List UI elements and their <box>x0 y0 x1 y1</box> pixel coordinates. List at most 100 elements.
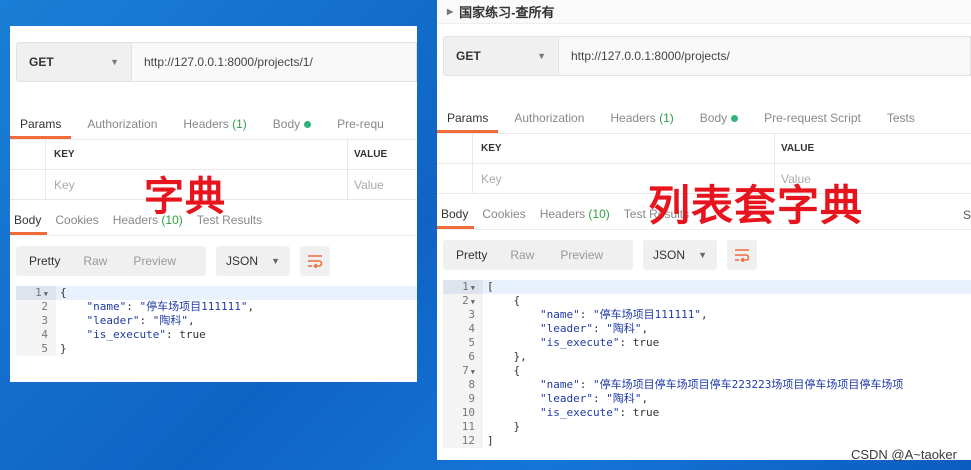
collection-header[interactable]: ▶ 国家练习-查所有 <box>437 0 971 24</box>
code-token: : <box>592 322 607 335</box>
code-line: 4 "is_execute": true <box>16 328 417 342</box>
tab-body-label: Body <box>272 117 301 131</box>
line-number: 5 <box>443 336 483 350</box>
tab-body[interactable]: Body <box>263 117 321 139</box>
line-number-text: 1 <box>462 280 469 293</box>
caret-right-icon: ▶ <box>447 7 454 16</box>
raw-button[interactable]: Raw <box>497 248 547 262</box>
line-number-text: 2 <box>41 300 48 313</box>
format-select[interactable]: JSON ▼ <box>643 240 717 270</box>
code-token: "陶科" <box>606 322 642 335</box>
tab-headers-count: (1) <box>659 111 674 125</box>
tab-pre-request-script[interactable]: Pre-request Script <box>754 111 871 133</box>
wrap-lines-button[interactable] <box>300 246 330 276</box>
code-text: { <box>56 286 417 300</box>
line-number-text: 12 <box>461 434 475 447</box>
code-token: { <box>60 286 67 299</box>
code-line: 4 "leader": "陶科", <box>443 322 971 336</box>
preview-button[interactable]: Preview <box>120 254 189 268</box>
tab-authorization[interactable]: Authorization <box>504 111 594 133</box>
tab-headers[interactable]: Headers (1) <box>600 111 683 133</box>
code-token: } <box>487 420 521 433</box>
code-token: "is_execute" <box>539 336 620 349</box>
format-label: JSON <box>653 248 686 262</box>
pretty-button[interactable]: Pretty <box>16 254 70 268</box>
code-token: "停车场项目111111" <box>592 308 701 321</box>
code-line: 10 "is_execute": true <box>443 406 971 420</box>
code-token: "name" <box>539 308 580 321</box>
tab-headers[interactable]: Headers (1) <box>173 117 256 139</box>
code-token: { <box>487 364 521 377</box>
format-label: JSON <box>226 254 259 268</box>
tab-params[interactable]: Params <box>10 117 72 139</box>
code-token: "name" <box>86 300 127 313</box>
code-line: 7 ▼ { <box>443 364 971 378</box>
resp-tab-body[interactable]: Body <box>437 207 475 229</box>
request-tabs: Params Authorization Headers (1) Body Pr… <box>437 104 971 134</box>
tab-body-label: Body <box>699 111 728 125</box>
code-text: } <box>56 342 67 356</box>
resp-tab-cookies[interactable]: Cookies <box>478 207 531 229</box>
response-code-editor[interactable]: 1 ▼[2 ▼ {3 "name": "停车场项目111111", 4 "leader… <box>443 280 971 448</box>
status-dot-icon <box>731 115 739 123</box>
code-text: "leader": "陶科", <box>483 322 648 336</box>
resp-tab-headers[interactable]: Headers (10) <box>536 207 616 229</box>
pretty-button[interactable]: Pretty <box>443 248 497 262</box>
code-token: { <box>487 294 521 307</box>
row-checkbox[interactable] <box>10 170 46 199</box>
method-select[interactable]: GET ▼ <box>16 42 132 82</box>
code-token: "停车场项目111111" <box>139 300 248 313</box>
tab-tests[interactable]: Tests <box>877 111 925 133</box>
wrap-lines-button[interactable] <box>727 240 757 270</box>
format-select[interactable]: JSON ▼ <box>216 246 290 276</box>
chevron-down-icon: ▼ <box>110 57 119 67</box>
line-number-text: 9 <box>468 392 475 405</box>
line-number: 7 ▼ <box>443 364 483 378</box>
line-number: 1 ▼ <box>16 286 56 300</box>
value-header: VALUE <box>354 149 388 160</box>
url-input[interactable]: http://127.0.0.1:8000/projects/1/ <box>132 42 417 82</box>
fold-arrow-icon[interactable]: ▼ <box>471 298 475 306</box>
fold-arrow-icon[interactable]: ▼ <box>471 368 475 376</box>
status-dot-icon <box>304 121 312 129</box>
code-token: : true <box>619 406 660 419</box>
code-token: : true <box>165 328 206 341</box>
tab-pre-request[interactable]: Pre-requ <box>327 117 394 139</box>
fold-arrow-icon[interactable]: ▼ <box>44 290 48 298</box>
truncated-text: S <box>963 208 971 222</box>
raw-button[interactable]: Raw <box>70 254 120 268</box>
url-input[interactable]: http://127.0.0.1:8000/projects/ <box>559 36 971 76</box>
params-header-row: KEY VALUE <box>437 134 971 164</box>
value-input[interactable]: Value <box>348 170 417 199</box>
request-bar: GET ▼ http://127.0.0.1:8000/projects/1/ <box>16 42 417 82</box>
line-number: 12 <box>443 434 483 448</box>
code-text: }, <box>483 350 526 364</box>
line-number-text: 6 <box>468 350 475 363</box>
method-select[interactable]: GET ▼ <box>443 36 559 76</box>
code-line: 3 "name": "停车场项目111111", <box>443 308 971 322</box>
tab-body[interactable]: Body <box>690 111 748 133</box>
tab-authorization[interactable]: Authorization <box>77 117 167 139</box>
preview-button[interactable]: Preview <box>547 248 616 262</box>
code-token: "is_execute" <box>539 406 620 419</box>
code-token: } <box>60 342 67 355</box>
code-token: "leader" <box>539 392 593 405</box>
code-text: "name": "停车场项目111111", <box>56 300 255 314</box>
value-header: VALUE <box>781 143 815 154</box>
tab-headers-label: Headers <box>610 111 656 125</box>
response-code-editor[interactable]: 1 ▼ {2 "name": "停车场项目111111", 3 "leader": "… <box>16 286 417 356</box>
tab-params[interactable]: Params <box>437 111 499 133</box>
fold-arrow-icon[interactable]: ▼ <box>471 284 475 292</box>
row-checkbox[interactable] <box>437 164 473 193</box>
code-token: , <box>641 322 649 335</box>
code-line: 3 "leader": "陶科", <box>16 314 417 328</box>
code-line: 5 "is_execute": true <box>443 336 971 350</box>
resp-tab-cookies[interactable]: Cookies <box>51 213 104 235</box>
code-text: "is_execute": true <box>56 328 206 342</box>
code-text: { <box>483 294 520 308</box>
resp-tab-body[interactable]: Body <box>10 213 48 235</box>
